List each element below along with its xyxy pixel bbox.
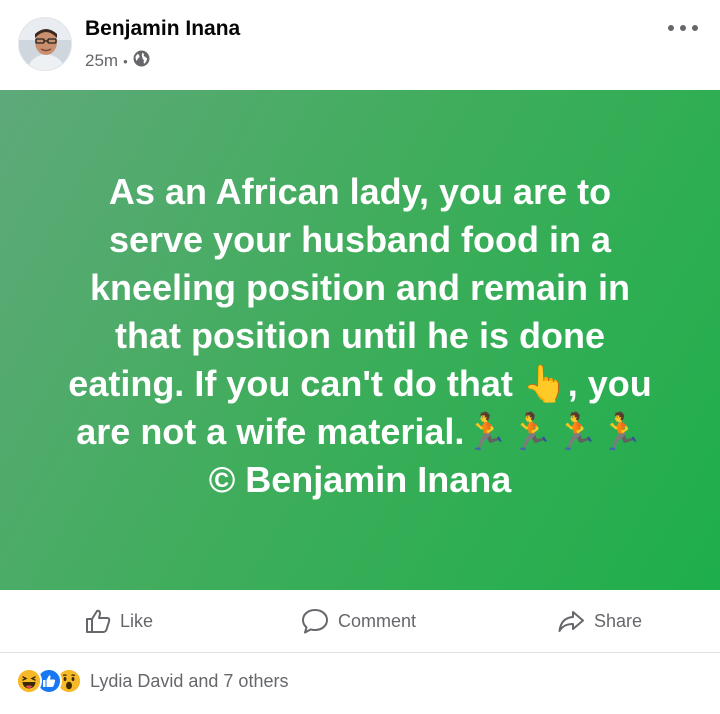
like-label: Like bbox=[120, 610, 154, 631]
avatar-photo bbox=[19, 18, 71, 70]
more-dot-icon bbox=[692, 25, 698, 31]
meta-separator: • bbox=[123, 53, 128, 69]
more-dot-icon bbox=[668, 25, 674, 31]
comment-button[interactable]: Comment bbox=[300, 590, 416, 652]
globe-icon[interactable] bbox=[133, 50, 150, 72]
post-time[interactable]: 25m bbox=[85, 51, 118, 71]
haha-reaction-icon bbox=[16, 668, 42, 694]
more-options-button[interactable] bbox=[668, 18, 698, 38]
more-dot-icon bbox=[680, 25, 686, 31]
reactions-summary[interactable]: Lydia David and 7 others bbox=[16, 666, 288, 696]
comment-label: Comment bbox=[338, 610, 417, 631]
reaction-summary-text[interactable]: Lydia David and 7 others bbox=[90, 671, 288, 692]
post-header: Benjamin Inana 25m • bbox=[0, 0, 720, 90]
share-label: Share bbox=[594, 610, 643, 631]
comment-icon bbox=[300, 607, 330, 635]
share-button[interactable]: Share bbox=[556, 590, 642, 652]
post-meta: 25m • bbox=[85, 50, 150, 72]
like-button[interactable]: Like bbox=[84, 590, 153, 652]
thumbs-up-icon bbox=[84, 607, 112, 635]
share-arrow-icon bbox=[556, 607, 586, 635]
avatar[interactable] bbox=[18, 17, 72, 71]
post-text: As an African lady, you are to serve you… bbox=[68, 171, 652, 500]
author-name[interactable]: Benjamin Inana bbox=[85, 17, 240, 41]
action-bar: Like Comment Share bbox=[0, 590, 720, 653]
post-background-banner[interactable]: As an African lady, you are to serve you… bbox=[0, 90, 720, 590]
